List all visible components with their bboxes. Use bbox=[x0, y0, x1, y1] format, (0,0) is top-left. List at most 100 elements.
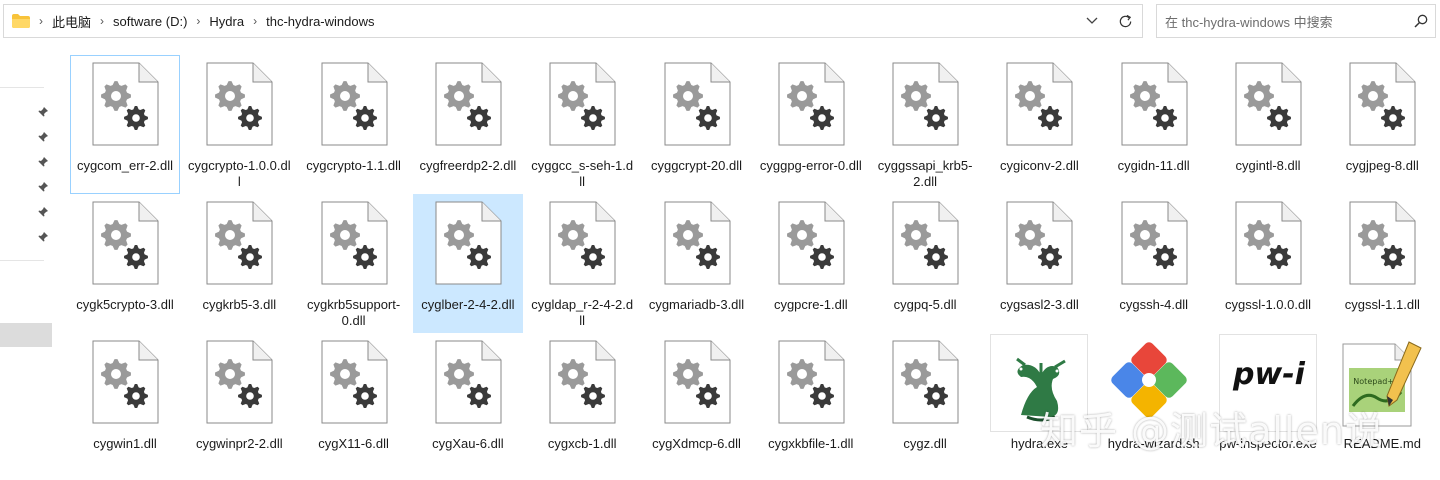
pw-inspector-thumb-text: pw-i bbox=[1233, 357, 1305, 392]
pin-icon[interactable] bbox=[37, 105, 49, 117]
file-item[interactable]: cygXdmcp-6.dll bbox=[642, 333, 752, 472]
file-item[interactable]: cygpcre-1.dll bbox=[756, 194, 866, 333]
file-icon-wrap: pw-i bbox=[1214, 334, 1322, 436]
hydra-exe-thumbnail bbox=[990, 334, 1089, 432]
file-item[interactable]: cygjpeg-8.dll bbox=[1327, 55, 1437, 194]
file-name: cygpq-5.dll bbox=[893, 297, 957, 312]
file-item[interactable]: cygsasl2-3.dll bbox=[984, 194, 1094, 333]
file-item[interactable]: cygwinpr2-2.dll bbox=[184, 333, 294, 472]
file-item[interactable]: cygwin1.dll bbox=[70, 333, 180, 472]
file-icon-wrap bbox=[71, 62, 179, 158]
chevron-right-icon[interactable]: › bbox=[100, 14, 104, 28]
dll-file-icon bbox=[778, 201, 845, 285]
file-item[interactable]: cygkrb5support-0.dll bbox=[299, 194, 409, 333]
file-name: cygcom_err-2.dll bbox=[76, 158, 174, 173]
file-item[interactable]: cyggssapi_krb5-2.dll bbox=[870, 55, 980, 194]
file-item[interactable]: cyggcc_s-seh-1.dll bbox=[527, 55, 637, 194]
file-item[interactable]: cyggpg-error-0.dll bbox=[756, 55, 866, 194]
file-item[interactable]: cygmariadb-3.dll bbox=[642, 194, 752, 333]
file-name: cygjpeg-8.dll bbox=[1345, 158, 1419, 173]
breadcrumb-drive[interactable]: software (D:) bbox=[113, 14, 187, 29]
file-item[interactable]: pw-i pw-inspector.exe bbox=[1213, 333, 1323, 472]
file-icon-wrap bbox=[185, 340, 293, 436]
file-name: cygldap_r-2-4-2.dll bbox=[531, 297, 634, 328]
file-item[interactable]: cygldap_r-2-4-2.dll bbox=[527, 194, 637, 333]
file-icon-wrap bbox=[1328, 201, 1436, 297]
file-item[interactable]: cygz.dll bbox=[870, 333, 980, 472]
dll-file-icon bbox=[549, 201, 616, 285]
dll-file-icon bbox=[778, 62, 845, 146]
file-item[interactable]: cygssl-1.0.0.dll bbox=[1213, 194, 1323, 333]
file-icon-wrap bbox=[414, 62, 522, 158]
file-item[interactable]: cygfreerdp2-2.dll bbox=[413, 55, 523, 194]
pin-icon[interactable] bbox=[37, 180, 49, 192]
search-input[interactable]: 在 thc-hydra-windows 中搜索 bbox=[1156, 4, 1436, 38]
file-icon-wrap bbox=[643, 340, 751, 436]
file-icon-wrap bbox=[1214, 201, 1322, 297]
pin-icon[interactable] bbox=[37, 205, 49, 217]
file-item[interactable]: Notepad++ README.md bbox=[1327, 333, 1437, 472]
dll-file-icon bbox=[1349, 201, 1416, 285]
address-bar[interactable]: › 此电脑 › software (D:) › Hydra › thc-hydr… bbox=[3, 4, 1143, 38]
file-name: cygssl-1.1.dll bbox=[1344, 297, 1420, 312]
file-name: cyggpg-error-0.dll bbox=[759, 158, 862, 173]
dll-file-icon bbox=[92, 340, 159, 424]
file-name: cygwinpr2-2.dll bbox=[195, 436, 283, 451]
file-item[interactable]: cygssl-1.1.dll bbox=[1327, 194, 1437, 333]
file-item[interactable]: cygiconv-2.dll bbox=[984, 55, 1094, 194]
file-item[interactable]: cygcrypto-1.0.0.dll bbox=[184, 55, 294, 194]
search-icon[interactable] bbox=[1407, 14, 1435, 28]
dll-file-icon bbox=[892, 62, 959, 146]
file-icon-wrap: Notepad++ bbox=[1328, 340, 1436, 436]
nav-divider bbox=[0, 260, 44, 261]
dll-file-icon bbox=[321, 62, 388, 146]
file-item[interactable]: cygXau-6.dll bbox=[413, 333, 523, 472]
breadcrumb-this-pc[interactable]: 此电脑 bbox=[52, 12, 91, 31]
pin-icon[interactable] bbox=[37, 155, 49, 167]
file-item[interactable]: hydra.exe bbox=[984, 333, 1094, 472]
file-icon-wrap bbox=[871, 62, 979, 158]
file-item[interactable]: cyggcrypt-20.dll bbox=[642, 55, 752, 194]
file-item[interactable]: cygxcb-1.dll bbox=[527, 333, 637, 472]
dll-file-icon bbox=[1235, 201, 1302, 285]
nav-item-selected[interactable] bbox=[0, 323, 52, 347]
pin-icon[interactable] bbox=[37, 130, 49, 142]
file-item[interactable]: hydra-wizard.sh bbox=[1099, 333, 1209, 472]
file-item[interactable]: cygintl-8.dll bbox=[1213, 55, 1323, 194]
file-icon-wrap bbox=[1328, 62, 1436, 158]
breadcrumb-current-folder[interactable]: thc-hydra-windows bbox=[266, 14, 374, 29]
chevron-right-icon[interactable]: › bbox=[39, 14, 43, 28]
file-item[interactable]: cygX11-6.dll bbox=[299, 333, 409, 472]
address-row: › 此电脑 › software (D:) › Hydra › thc-hydr… bbox=[0, 0, 1440, 42]
file-item[interactable]: cygk5crypto-3.dll bbox=[70, 194, 180, 333]
file-name: cygcrypto-1.0.0.dll bbox=[187, 158, 291, 189]
hydra-logo-icon bbox=[1016, 357, 1067, 422]
file-name: cygintl-8.dll bbox=[1235, 158, 1301, 173]
file-item[interactable]: cygxkbfile-1.dll bbox=[756, 333, 866, 472]
dll-file-icon bbox=[664, 62, 730, 146]
history-dropdown-button[interactable] bbox=[1076, 5, 1108, 37]
file-item[interactable]: cygkrb5-3.dll bbox=[184, 194, 294, 333]
dll-file-icon bbox=[664, 201, 730, 285]
dll-file-icon bbox=[206, 62, 273, 146]
file-icon-wrap bbox=[528, 62, 636, 158]
chevron-right-icon[interactable]: › bbox=[253, 14, 257, 28]
refresh-button[interactable] bbox=[1108, 5, 1142, 37]
chevron-right-icon[interactable]: › bbox=[196, 14, 200, 28]
file-item[interactable]: cygssh-4.dll bbox=[1099, 194, 1209, 333]
file-item[interactable]: cyglber-2-4-2.dll bbox=[412, 194, 523, 333]
file-icon-wrap bbox=[1100, 340, 1208, 436]
file-icon-wrap bbox=[528, 340, 636, 436]
search-placeholder: 在 thc-hydra-windows 中搜索 bbox=[1165, 14, 1333, 30]
file-item[interactable]: cygidn-11.dll bbox=[1099, 55, 1209, 194]
file-name: cygXau-6.dll bbox=[432, 436, 504, 451]
pin-icon[interactable] bbox=[37, 230, 49, 242]
dll-file-icon bbox=[92, 201, 159, 285]
file-name: cygssh-4.dll bbox=[1119, 297, 1188, 312]
file-item[interactable]: cygcrypto-1.1.dll bbox=[299, 55, 409, 194]
file-icon-wrap bbox=[1100, 62, 1208, 158]
refresh-icon bbox=[1119, 14, 1131, 27]
file-item[interactable]: cygcom_err-2.dll bbox=[70, 55, 180, 194]
file-item[interactable]: cygpq-5.dll bbox=[870, 194, 980, 333]
breadcrumb-hydra[interactable]: Hydra bbox=[209, 14, 244, 29]
